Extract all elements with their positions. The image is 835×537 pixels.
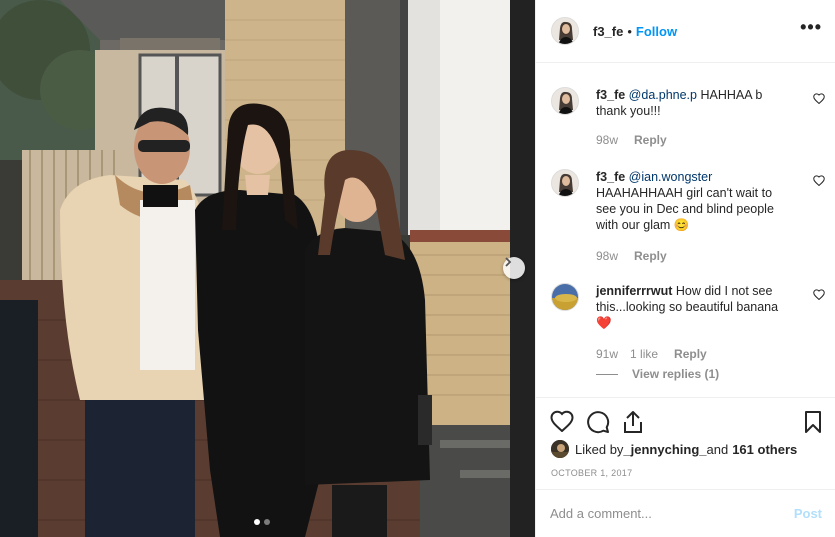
carousel-dot bbox=[264, 519, 270, 525]
comment-mention[interactable]: @ian.wongster bbox=[629, 170, 713, 184]
follow-button[interactable]: Follow bbox=[636, 24, 677, 39]
reply-button[interactable]: Reply bbox=[674, 347, 707, 361]
reply-button[interactable]: Reply bbox=[634, 249, 667, 263]
avatar[interactable] bbox=[551, 440, 569, 458]
chevron-right-icon bbox=[505, 257, 512, 267]
carousel-dot bbox=[254, 519, 260, 525]
divider bbox=[596, 373, 618, 375]
photo-illustration bbox=[0, 0, 535, 537]
comment-username[interactable]: jenniferrrwut bbox=[596, 284, 672, 298]
smile-emoji: 😊 bbox=[673, 218, 690, 232]
comment-username[interactable]: f3_fe bbox=[596, 170, 625, 184]
bookmark-icon[interactable] bbox=[804, 410, 822, 434]
avatar-image bbox=[552, 18, 578, 44]
avatar[interactable] bbox=[551, 169, 579, 197]
post-header: f3_fe • Follow ••• bbox=[536, 0, 835, 63]
liked-by-user[interactable]: _jennyching_ bbox=[623, 442, 706, 457]
heart-emoji: ❤️ bbox=[596, 316, 612, 330]
view-replies-button[interactable]: View replies (1) bbox=[596, 367, 719, 381]
add-comment-form: Post bbox=[536, 489, 835, 537]
view-replies-label: View replies (1) bbox=[632, 367, 720, 381]
comment-meta: 91w 1 like Reply bbox=[596, 347, 707, 361]
action-bar bbox=[536, 397, 835, 445]
comment-meta: 98w Reply bbox=[596, 249, 667, 263]
post-sidebar: f3_fe • Follow ••• f3_fe @da.phne.p HAHH… bbox=[535, 0, 835, 537]
comment-text: f3_fe @da.phne.p HAHHAA b thank you!!! bbox=[596, 87, 791, 119]
heart-icon[interactable] bbox=[813, 93, 825, 104]
post-comment-button[interactable]: Post bbox=[794, 506, 822, 521]
avatar[interactable] bbox=[551, 283, 579, 311]
comment-age[interactable]: 98w bbox=[596, 133, 618, 147]
carousel-next-button[interactable] bbox=[503, 257, 525, 279]
comment-likes[interactable]: 1 like bbox=[630, 347, 658, 361]
comment-meta: 98w Reply bbox=[596, 133, 667, 147]
post-author-username[interactable]: f3_fe bbox=[593, 24, 623, 39]
heart-icon[interactable] bbox=[550, 410, 574, 432]
avatar[interactable] bbox=[551, 17, 579, 45]
comments-list: f3_fe @da.phne.p HAHHAA b thank you!!! 9… bbox=[536, 63, 835, 397]
avatar-image bbox=[552, 88, 578, 114]
post-photo[interactable] bbox=[0, 0, 535, 537]
avatar-image bbox=[552, 284, 578, 310]
reply-button[interactable]: Reply bbox=[634, 133, 667, 147]
liked-by-middle: and bbox=[706, 441, 729, 457]
heart-icon[interactable] bbox=[813, 175, 825, 186]
avatar-image bbox=[551, 440, 569, 458]
liked-by-prefix: Liked by bbox=[575, 441, 624, 457]
carousel-indicator bbox=[254, 519, 270, 525]
avatar[interactable] bbox=[551, 87, 579, 115]
post-date[interactable]: OCTOBER 1, 2017 bbox=[551, 468, 632, 478]
post-view: f3_fe • Follow ••• f3_fe @da.phne.p HAHH… bbox=[0, 0, 835, 537]
comment-text: jenniferrrwut How did I not see this...l… bbox=[596, 283, 791, 331]
comment-username[interactable]: f3_fe bbox=[596, 88, 625, 102]
avatar-image bbox=[552, 170, 578, 196]
comment-age[interactable]: 98w bbox=[596, 249, 618, 263]
comment-input[interactable] bbox=[550, 506, 794, 521]
comment-text: f3_fe @ian.wongster HAAHAHHAAH girl can'… bbox=[596, 169, 791, 233]
separator-dot: • bbox=[627, 23, 632, 39]
likes-summary: Liked by _jennyching_ and 161 others bbox=[551, 440, 797, 458]
comment-icon[interactable] bbox=[586, 410, 610, 434]
more-options-icon[interactable]: ••• bbox=[800, 18, 822, 36]
heart-icon[interactable] bbox=[813, 289, 825, 300]
comment-mention[interactable]: @da.phne.p bbox=[629, 88, 697, 102]
comment-age[interactable]: 91w bbox=[596, 347, 618, 361]
liked-by-others[interactable]: 161 others bbox=[732, 442, 797, 457]
share-icon[interactable] bbox=[622, 410, 644, 434]
